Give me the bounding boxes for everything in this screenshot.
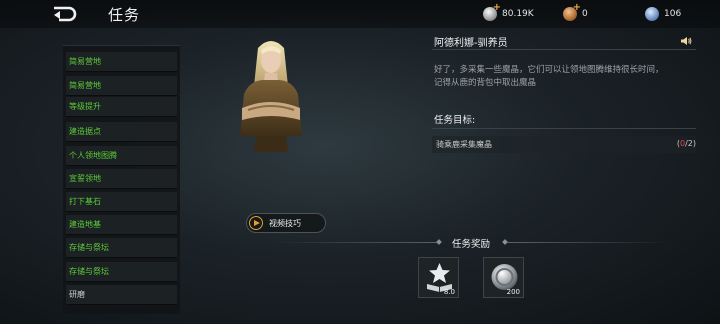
objective-progress-total: /2 <box>685 139 693 148</box>
blue-gem-icon <box>645 7 659 21</box>
reward-qty: 200 <box>506 288 520 296</box>
quest-list-item[interactable]: 研磨 <box>66 285 177 305</box>
quest-list-item[interactable]: 打下基石 <box>66 192 177 212</box>
divider <box>507 242 672 243</box>
video-tips-button[interactable]: 视频技巧 <box>246 213 326 233</box>
npc-dialog-line: 记得从鹿的背包中取出魔晶 <box>434 78 537 88</box>
resource-silver[interactable]: + 80.19K <box>483 2 534 22</box>
resource-silver-value: 80.19K <box>502 9 534 19</box>
resource-gem-value: 106 <box>664 9 682 19</box>
page-title: 任务 <box>108 6 141 24</box>
divider <box>432 128 696 129</box>
quest-list-item[interactable]: 宣誓领地 <box>66 169 177 189</box>
divider <box>432 49 696 50</box>
quest-list-item[interactable]: 等级提升 <box>66 97 177 117</box>
resource-bronze-value: 0 <box>582 9 588 19</box>
quest-list-item[interactable]: 存储与祭坛 <box>66 262 177 282</box>
quest-list-item[interactable]: 建造据点 <box>66 122 177 142</box>
npc-name: 阿德利娜-驯养员 <box>434 38 508 49</box>
npc-portrait <box>240 41 302 152</box>
reward-item-silver[interactable]: 200 <box>483 257 524 298</box>
quest-list-item[interactable]: 存储与祭坛 <box>66 238 177 258</box>
back-arrow-icon[interactable] <box>50 5 78 23</box>
objective-progress: (0/2) <box>676 139 696 148</box>
resource-gem[interactable]: 106 <box>645 6 681 22</box>
objective-row: 骑乘鹿采集魔晶 (0/2) <box>432 136 696 153</box>
reward-item-experience[interactable]: 8.0 <box>418 257 459 298</box>
npc-dialog: 好了，多采集一些魔晶，它们可以让领地图腾维持很长时间， 记得从鹿的背包中取出魔晶 <box>434 64 694 90</box>
rewards-heading: 任务奖励 <box>452 239 491 250</box>
npc-dialog-line: 好了，多采集一些魔晶，它们可以让领地图腾维持很长时间， <box>434 65 664 75</box>
objective-text: 骑乘鹿采集魔晶 <box>436 140 492 149</box>
divider-ornament <box>436 239 442 245</box>
silver-coin-icon: + <box>483 2 501 21</box>
quest-list-item[interactable]: 简易营地 <box>66 52 177 72</box>
play-icon <box>249 216 263 230</box>
divider <box>272 242 437 243</box>
resource-bronze[interactable]: + 0 <box>563 2 588 22</box>
bronze-coin-icon: + <box>563 2 581 21</box>
video-tips-label: 视频技巧 <box>269 218 301 228</box>
quest-list-item[interactable]: 简易营地 <box>66 76 177 96</box>
reward-qty: 8.0 <box>443 288 455 296</box>
quest-list: 简易营地 简易营地 等级提升 建造据点 个人领地图腾 宣誓领地 打下基石 建造地… <box>63 45 180 314</box>
speaker-icon[interactable] <box>680 36 692 46</box>
quest-list-item[interactable]: 个人领地图腾 <box>66 146 177 166</box>
objectives-heading: 任务目标: <box>434 115 476 126</box>
top-bar: 任务 + 80.19K + 0 106 <box>0 0 720 28</box>
quest-list-item[interactable]: 建造地基 <box>66 215 177 235</box>
